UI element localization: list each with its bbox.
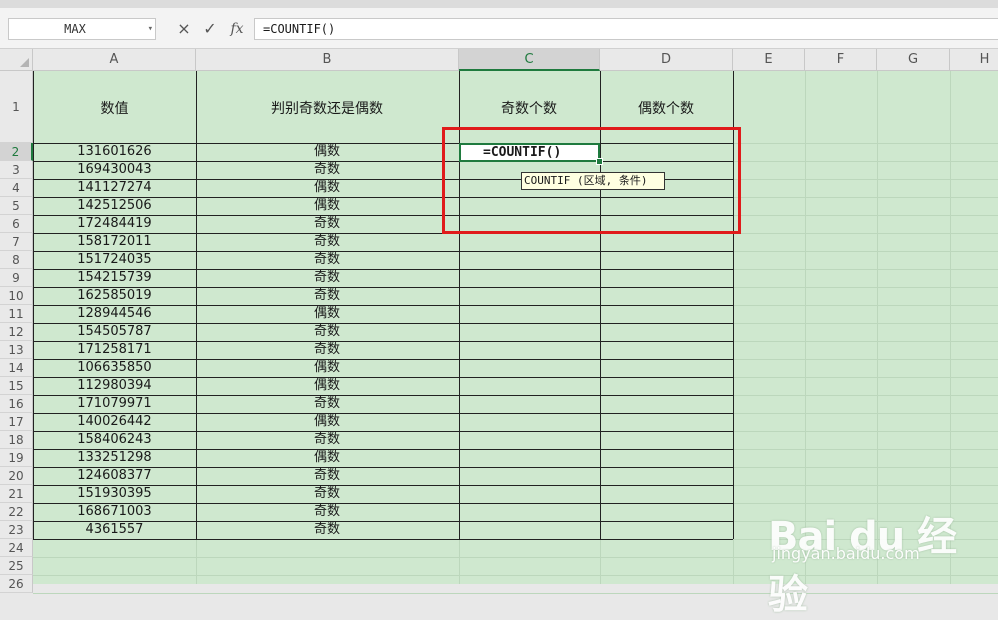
row-header-25[interactable]: 25 <box>0 557 33 575</box>
row-header-18[interactable]: 18 <box>0 431 33 449</box>
row-header-14[interactable]: 14 <box>0 359 33 377</box>
cell-value[interactable]: 140026442 <box>34 413 195 431</box>
cell-value[interactable]: 142512506 <box>34 197 195 215</box>
select-all-icon <box>20 58 29 67</box>
row-header-10[interactable]: 10 <box>0 287 33 305</box>
cell-value[interactable]: 4361557 <box>34 521 195 539</box>
row-header-6[interactable]: 6 <box>0 215 33 233</box>
row-header-5[interactable]: 5 <box>0 197 33 215</box>
cell-parity[interactable]: 奇数 <box>196 431 458 449</box>
row-header-15[interactable]: 15 <box>0 377 33 395</box>
cell-parity[interactable]: 偶数 <box>196 197 458 215</box>
cell-value[interactable]: 172484419 <box>34 215 195 233</box>
cell-value[interactable]: 169430043 <box>34 161 195 179</box>
formula-bar: MAX ▾ × ✓ fx =COUNTIF() <box>0 8 998 49</box>
row-header-4[interactable]: 4 <box>0 179 33 197</box>
cancel-icon[interactable]: × <box>173 17 195 41</box>
cell-parity[interactable]: 奇数 <box>196 323 458 341</box>
column-header-a[interactable]: A <box>33 49 196 71</box>
column-header-c[interactable]: C <box>459 49 600 71</box>
header-cell-even-count[interactable]: 偶数个数 <box>600 98 732 118</box>
row-header-17[interactable]: 17 <box>0 413 33 431</box>
cell-parity[interactable]: 奇数 <box>196 467 458 485</box>
cell-parity[interactable]: 奇数 <box>196 521 458 539</box>
row-header-13[interactable]: 13 <box>0 341 33 359</box>
row-header-2[interactable]: 2 <box>0 143 33 161</box>
cell-parity[interactable]: 奇数 <box>196 395 458 413</box>
cell-parity[interactable]: 偶数 <box>196 305 458 323</box>
cell-parity[interactable]: 奇数 <box>196 251 458 269</box>
row-header-26[interactable]: 26 <box>0 575 33 593</box>
cell-parity[interactable]: 偶数 <box>196 359 458 377</box>
row-header-16[interactable]: 16 <box>0 395 33 413</box>
row-header-1[interactable]: 1 <box>0 71 33 143</box>
watermark: Bai du 经验 jingyan.baidu.com <box>760 478 990 618</box>
header-cell-value[interactable]: 数值 <box>34 98 195 118</box>
highlight-box <box>442 127 741 234</box>
row-header-11[interactable]: 11 <box>0 305 33 323</box>
cell-parity[interactable]: 偶数 <box>196 143 458 161</box>
row-header-20[interactable]: 20 <box>0 467 33 485</box>
row-header-21[interactable]: 21 <box>0 485 33 503</box>
cell-value[interactable]: 171079971 <box>34 395 195 413</box>
cell-parity[interactable]: 奇数 <box>196 287 458 305</box>
header-cell-parity[interactable]: 判别奇数还是偶数 <box>196 98 458 118</box>
cell-value[interactable]: 158172011 <box>34 233 195 251</box>
cell-parity[interactable]: 奇数 <box>196 503 458 521</box>
column-header-g[interactable]: G <box>877 49 950 71</box>
select-all-corner[interactable] <box>0 49 33 71</box>
row-header-9[interactable]: 9 <box>0 269 33 287</box>
column-header-b[interactable]: B <box>196 49 459 71</box>
cell-parity[interactable]: 奇数 <box>196 269 458 287</box>
cell-value[interactable]: 154215739 <box>34 269 195 287</box>
column-header-d[interactable]: D <box>600 49 733 71</box>
row-header-8[interactable]: 8 <box>0 251 33 269</box>
row-header-19[interactable]: 19 <box>0 449 33 467</box>
cell-value[interactable]: 106635850 <box>34 359 195 377</box>
watermark-url: jingyan.baidu.com <box>772 544 920 563</box>
cell-value[interactable]: 133251298 <box>34 449 195 467</box>
cell-value[interactable]: 112980394 <box>34 377 195 395</box>
cell-value[interactable]: 168671003 <box>34 503 195 521</box>
cell-value[interactable]: 151724035 <box>34 251 195 269</box>
cell-value[interactable]: 154505787 <box>34 323 195 341</box>
cell-value[interactable]: 128944546 <box>34 305 195 323</box>
row-header-23[interactable]: 23 <box>0 521 33 539</box>
function-icon[interactable]: fx <box>226 17 248 41</box>
cell-value[interactable]: 131601626 <box>34 143 195 161</box>
cell-value[interactable]: 158406243 <box>34 431 195 449</box>
cell-value[interactable]: 162585019 <box>34 287 195 305</box>
name-box-value: MAX <box>64 22 86 36</box>
table-border <box>33 539 733 540</box>
cell-parity[interactable]: 奇数 <box>196 215 458 233</box>
cell-parity[interactable]: 偶数 <box>196 413 458 431</box>
row-header-12[interactable]: 12 <box>0 323 33 341</box>
confirm-icon[interactable]: ✓ <box>199 17 221 41</box>
cell-parity[interactable]: 奇数 <box>196 161 458 179</box>
row-header-7[interactable]: 7 <box>0 233 33 251</box>
cell-value[interactable]: 151930395 <box>34 485 195 503</box>
row-header-24[interactable]: 24 <box>0 539 33 557</box>
cell-parity[interactable]: 奇数 <box>196 341 458 359</box>
cell-parity[interactable]: 偶数 <box>196 179 458 197</box>
chevron-down-icon[interactable]: ▾ <box>148 19 153 39</box>
cell-parity[interactable]: 奇数 <box>196 233 458 251</box>
row-header-22[interactable]: 22 <box>0 503 33 521</box>
name-box[interactable]: MAX ▾ <box>8 18 156 40</box>
column-header-e[interactable]: E <box>733 49 805 71</box>
cell-value[interactable]: 124608377 <box>34 467 195 485</box>
formula-input[interactable]: =COUNTIF() <box>254 18 998 40</box>
cell-value[interactable]: 171258171 <box>34 341 195 359</box>
cell-parity[interactable]: 偶数 <box>196 377 458 395</box>
column-header-f[interactable]: F <box>805 49 877 71</box>
row-header-3[interactable]: 3 <box>0 161 33 179</box>
header-cell-odd-count[interactable]: 奇数个数 <box>459 98 599 118</box>
column-header-h[interactable]: H <box>950 49 998 71</box>
cell-value[interactable]: 141127274 <box>34 179 195 197</box>
cell-parity[interactable]: 偶数 <box>196 449 458 467</box>
cell-parity[interactable]: 奇数 <box>196 485 458 503</box>
